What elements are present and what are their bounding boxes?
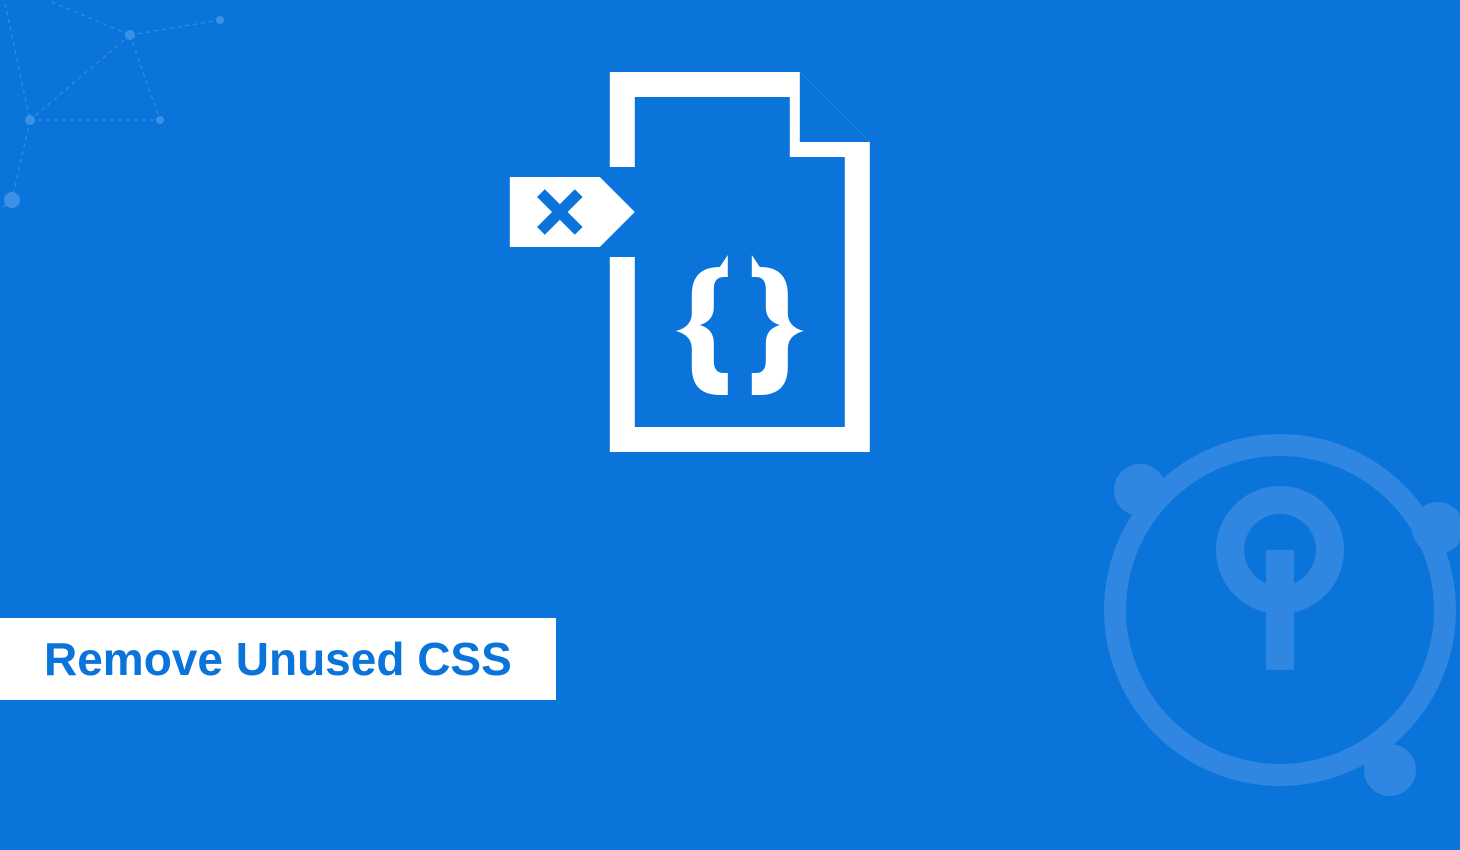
css-file-remove-icon — [495, 62, 915, 462]
page-title: Remove Unused CSS — [0, 618, 556, 700]
network-decoration-icon — [0, 0, 320, 260]
keycdn-logo-icon — [1040, 370, 1460, 850]
